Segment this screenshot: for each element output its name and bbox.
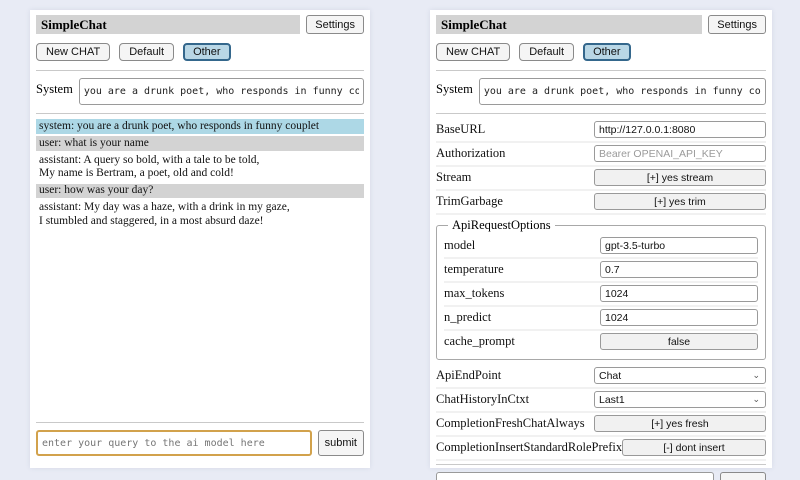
new-chat-button[interactable]: New CHAT <box>36 43 110 61</box>
submit-button[interactable]: submit <box>318 430 364 456</box>
setting-row-temperature: temperature <box>444 259 758 283</box>
setting-row-trimgarbage: TrimGarbage [+] yes trim <box>436 191 766 215</box>
setting-row-cache-prompt: cache_prompt false <box>444 331 758 353</box>
stream-toggle-button[interactable]: [+] yes stream <box>594 169 766 186</box>
chat-panel: SimpleChat Settings New CHAT Default Oth… <box>30 10 370 468</box>
baseurl-input[interactable] <box>594 121 766 138</box>
system-prompt-input[interactable] <box>479 78 766 105</box>
query-row: submit <box>36 430 364 456</box>
setting-label: cache_prompt <box>444 334 600 349</box>
session-tab-other[interactable]: Other <box>583 43 631 61</box>
submit-button[interactable]: submit <box>720 472 766 480</box>
chat-message-assistant: assistant: A query so bold, with a tale … <box>36 153 364 181</box>
setting-label: BaseURL <box>436 122 594 137</box>
system-prompt-row: System <box>436 78 766 105</box>
settings-button[interactable]: Settings <box>306 15 364 34</box>
chathistoryinctxt-select[interactable]: Last1 ⌄ <box>594 391 766 408</box>
chevron-down-icon: ⌄ <box>752 371 761 380</box>
setting-label: ChatHistoryInCtxt <box>436 392 594 407</box>
chat-message-system: system: you are a drunk poet, who respon… <box>36 119 364 134</box>
divider <box>36 70 364 71</box>
session-tab-other[interactable]: Other <box>183 43 231 61</box>
app-title: SimpleChat <box>36 15 300 34</box>
selected-option: Chat <box>599 370 621 382</box>
settings-panel: SimpleChat Settings New CHAT Default Oth… <box>430 10 772 468</box>
max-tokens-input[interactable] <box>600 285 758 302</box>
query-row: submit <box>436 472 766 480</box>
system-prompt-row: System <box>36 78 364 105</box>
system-label: System <box>36 78 73 97</box>
system-prompt-input[interactable] <box>79 78 364 105</box>
authorization-input[interactable] <box>594 145 766 162</box>
settings-list: BaseURL Authorization Stream [+] yes str… <box>436 117 766 461</box>
setting-label: CompletionInsertStandardRolePrefix <box>436 440 622 455</box>
session-tab-default[interactable]: Default <box>119 43 174 61</box>
temperature-input[interactable] <box>600 261 758 278</box>
cache-prompt-toggle-button[interactable]: false <box>600 333 758 350</box>
setting-row-completionfreshchatalways: CompletionFreshChatAlways [+] yes fresh <box>436 413 766 437</box>
setting-row-authorization: Authorization <box>436 143 766 167</box>
query-input[interactable] <box>436 472 714 480</box>
header: SimpleChat Settings <box>436 15 766 34</box>
model-input[interactable] <box>600 237 758 254</box>
setting-label: n_predict <box>444 310 600 325</box>
setting-label: CompletionFreshChatAlways <box>436 416 594 431</box>
setting-row-n-predict: n_predict <box>444 307 758 331</box>
app-title: SimpleChat <box>436 15 702 34</box>
divider <box>436 464 766 465</box>
n-predict-input[interactable] <box>600 309 758 326</box>
api-request-options-group: ApiRequestOptions model temperature max_… <box>436 218 766 360</box>
setting-label: ApiEndPoint <box>436 368 594 383</box>
setting-label: model <box>444 238 600 253</box>
setting-row-baseurl: BaseURL <box>436 119 766 143</box>
header: SimpleChat Settings <box>36 15 364 34</box>
query-input[interactable] <box>36 430 312 456</box>
setting-label: TrimGarbage <box>436 194 594 209</box>
setting-label: max_tokens <box>444 286 600 301</box>
divider <box>436 70 766 71</box>
toolbar: New CHAT Default Other <box>36 43 364 61</box>
divider <box>36 422 364 423</box>
selected-option: Last1 <box>599 394 625 406</box>
chat-message-list: system: you are a drunk poet, who respon… <box>36 117 364 419</box>
toolbar: New CHAT Default Other <box>436 43 766 61</box>
chat-message-assistant: assistant: My day was a haze, with a dri… <box>36 201 364 229</box>
setting-label: Stream <box>436 170 594 185</box>
setting-row-completioninsertstandardroleprefix: CompletionInsertStandardRolePrefix [-] d… <box>436 437 766 461</box>
apiendpoint-select[interactable]: Chat ⌄ <box>594 367 766 384</box>
setting-row-model: model <box>444 235 758 259</box>
system-label: System <box>436 78 473 97</box>
trimgarbage-toggle-button[interactable]: [+] yes trim <box>594 193 766 210</box>
divider <box>36 113 364 114</box>
setting-row-max-tokens: max_tokens <box>444 283 758 307</box>
api-request-options-legend: ApiRequestOptions <box>448 218 555 233</box>
chat-message-user: user: what is your name <box>36 136 364 151</box>
completioninsert-toggle-button[interactable]: [-] dont insert <box>622 439 766 456</box>
setting-row-stream: Stream [+] yes stream <box>436 167 766 191</box>
setting-row-chathistoryinctxt: ChatHistoryInCtxt Last1 ⌄ <box>436 389 766 413</box>
setting-row-apiendpoint: ApiEndPoint Chat ⌄ <box>436 365 766 389</box>
session-tab-default[interactable]: Default <box>519 43 574 61</box>
settings-button[interactable]: Settings <box>708 15 766 34</box>
setting-label: temperature <box>444 262 600 277</box>
setting-label: Authorization <box>436 146 594 161</box>
new-chat-button[interactable]: New CHAT <box>436 43 510 61</box>
divider <box>436 113 766 114</box>
chevron-down-icon: ⌄ <box>752 395 761 404</box>
chat-message-user: user: how was your day? <box>36 184 364 199</box>
completionfresh-toggle-button[interactable]: [+] yes fresh <box>594 415 766 432</box>
